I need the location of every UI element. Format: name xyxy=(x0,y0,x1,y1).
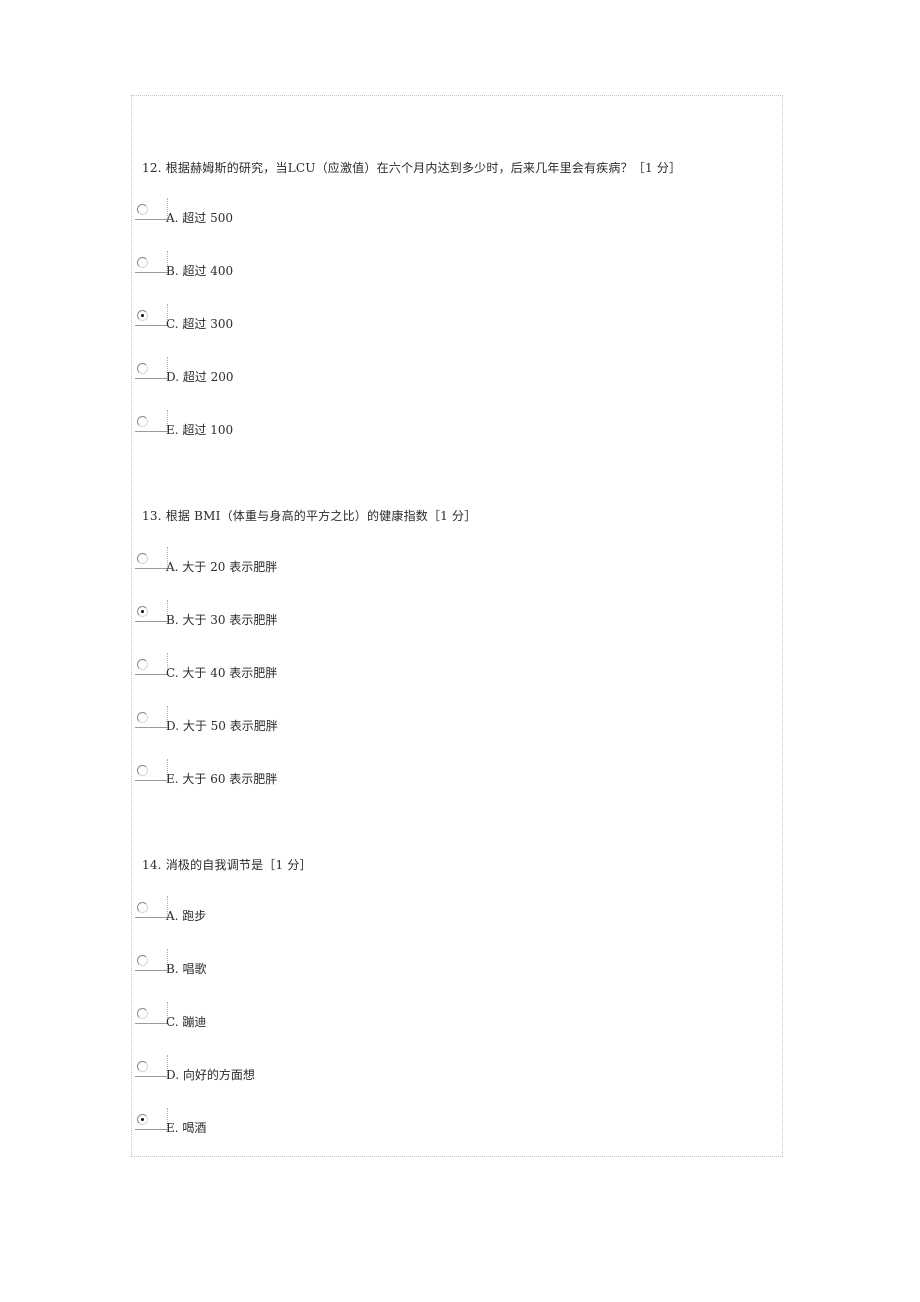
radio-button[interactable] xyxy=(137,765,148,776)
option-13-e[interactable]: E. 大于 60 表示肥胖 xyxy=(132,759,432,805)
option-label[interactable]: E. 喝酒 xyxy=(166,1121,206,1135)
radio-button[interactable] xyxy=(137,1114,148,1125)
option-label[interactable]: B. 大于 30 表示肥胖 xyxy=(166,613,277,627)
option-13-a[interactable]: A. 大于 20 表示肥胖 xyxy=(132,547,432,593)
option-label[interactable]: D. 超过 200 xyxy=(166,370,234,384)
question-text: 14. 消极的自我调节是［1 分］ xyxy=(142,857,772,873)
divider xyxy=(135,621,168,622)
option-label[interactable]: C. 蹦迪 xyxy=(166,1015,206,1029)
radio-button[interactable] xyxy=(137,553,148,564)
radio-button[interactable] xyxy=(137,1061,148,1072)
divider xyxy=(135,674,168,675)
option-label[interactable]: D. 大于 50 表示肥胖 xyxy=(166,719,278,733)
option-label[interactable]: E. 大于 60 表示肥胖 xyxy=(166,772,277,786)
radio-button[interactable] xyxy=(137,1008,148,1019)
option-14-b[interactable]: B. 唱歌 xyxy=(132,949,432,995)
option-12-b[interactable]: B. 超过 400 xyxy=(132,251,432,297)
radio-button[interactable] xyxy=(137,363,148,374)
option-13-b[interactable]: B. 大于 30 表示肥胖 xyxy=(132,600,432,646)
divider xyxy=(135,272,168,273)
radio-button[interactable] xyxy=(137,712,148,723)
option-14-e[interactable]: E. 喝酒 xyxy=(132,1108,432,1154)
radio-button[interactable] xyxy=(137,659,148,670)
divider xyxy=(135,219,168,220)
divider xyxy=(135,917,168,918)
question-number: 12. xyxy=(142,161,162,175)
question-number: 13. xyxy=(142,509,162,523)
question-text: 12. 根据赫姆斯的研究，当LCU（应激值）在六个月内达到多少时，后来几年里会有… xyxy=(142,160,772,176)
option-label[interactable]: A. 大于 20 表示肥胖 xyxy=(166,560,277,574)
option-12-e[interactable]: E. 超过 100 xyxy=(132,410,432,456)
option-label[interactable]: B. 超过 400 xyxy=(166,264,233,278)
divider xyxy=(135,727,168,728)
option-12-d[interactable]: D. 超过 200 xyxy=(132,357,432,403)
option-13-d[interactable]: D. 大于 50 表示肥胖 xyxy=(132,706,432,752)
option-label[interactable]: E. 超过 100 xyxy=(166,423,233,437)
divider xyxy=(135,1023,168,1024)
question-13: 13. 根据 BMI（体重与身高的平方之比）的健康指数［1 分］ xyxy=(142,508,772,524)
radio-button[interactable] xyxy=(137,204,148,215)
question-prompt: 根据赫姆斯的研究，当LCU（应激值）在六个月内达到多少时，后来几年里会有疾病？［… xyxy=(165,161,682,175)
radio-button[interactable] xyxy=(137,955,148,966)
divider xyxy=(135,431,168,432)
option-label[interactable]: A. 跑步 xyxy=(166,909,206,923)
question-12: 12. 根据赫姆斯的研究，当LCU（应激值）在六个月内达到多少时，后来几年里会有… xyxy=(142,160,772,176)
option-label[interactable]: A. 超过 500 xyxy=(166,211,233,225)
quiz-panel: 12. 根据赫姆斯的研究，当LCU（应激值）在六个月内达到多少时，后来几年里会有… xyxy=(131,95,783,1157)
option-label[interactable]: C. 大于 40 表示肥胖 xyxy=(166,666,277,680)
radio-button[interactable] xyxy=(137,416,148,427)
divider xyxy=(135,1129,168,1130)
option-14-c[interactable]: C. 蹦迪 xyxy=(132,1002,432,1048)
option-14-d[interactable]: D. 向好的方面想 xyxy=(132,1055,432,1101)
question-prompt: 消极的自我调节是［1 分］ xyxy=(165,858,312,872)
option-12-a[interactable]: A. 超过 500 xyxy=(132,198,432,244)
question-text: 13. 根据 BMI（体重与身高的平方之比）的健康指数［1 分］ xyxy=(142,508,772,524)
option-12-c[interactable]: C. 超过 300 xyxy=(132,304,432,350)
question-14: 14. 消极的自我调节是［1 分］ xyxy=(142,857,772,873)
divider xyxy=(135,378,168,379)
radio-button[interactable] xyxy=(137,606,148,617)
option-label[interactable]: D. 向好的方面想 xyxy=(166,1068,255,1082)
divider xyxy=(135,780,168,781)
radio-button[interactable] xyxy=(137,257,148,268)
question-number: 14. xyxy=(142,858,162,872)
option-14-a[interactable]: A. 跑步 xyxy=(132,896,432,942)
divider xyxy=(135,1076,168,1077)
radio-button[interactable] xyxy=(137,310,148,321)
divider xyxy=(135,325,168,326)
option-label[interactable]: B. 唱歌 xyxy=(166,962,206,976)
divider xyxy=(135,970,168,971)
question-prompt: 根据 BMI（体重与身高的平方之比）的健康指数［1 分］ xyxy=(165,509,477,523)
option-13-c[interactable]: C. 大于 40 表示肥胖 xyxy=(132,653,432,699)
radio-button[interactable] xyxy=(137,902,148,913)
option-label[interactable]: C. 超过 300 xyxy=(166,317,233,331)
divider xyxy=(135,568,168,569)
